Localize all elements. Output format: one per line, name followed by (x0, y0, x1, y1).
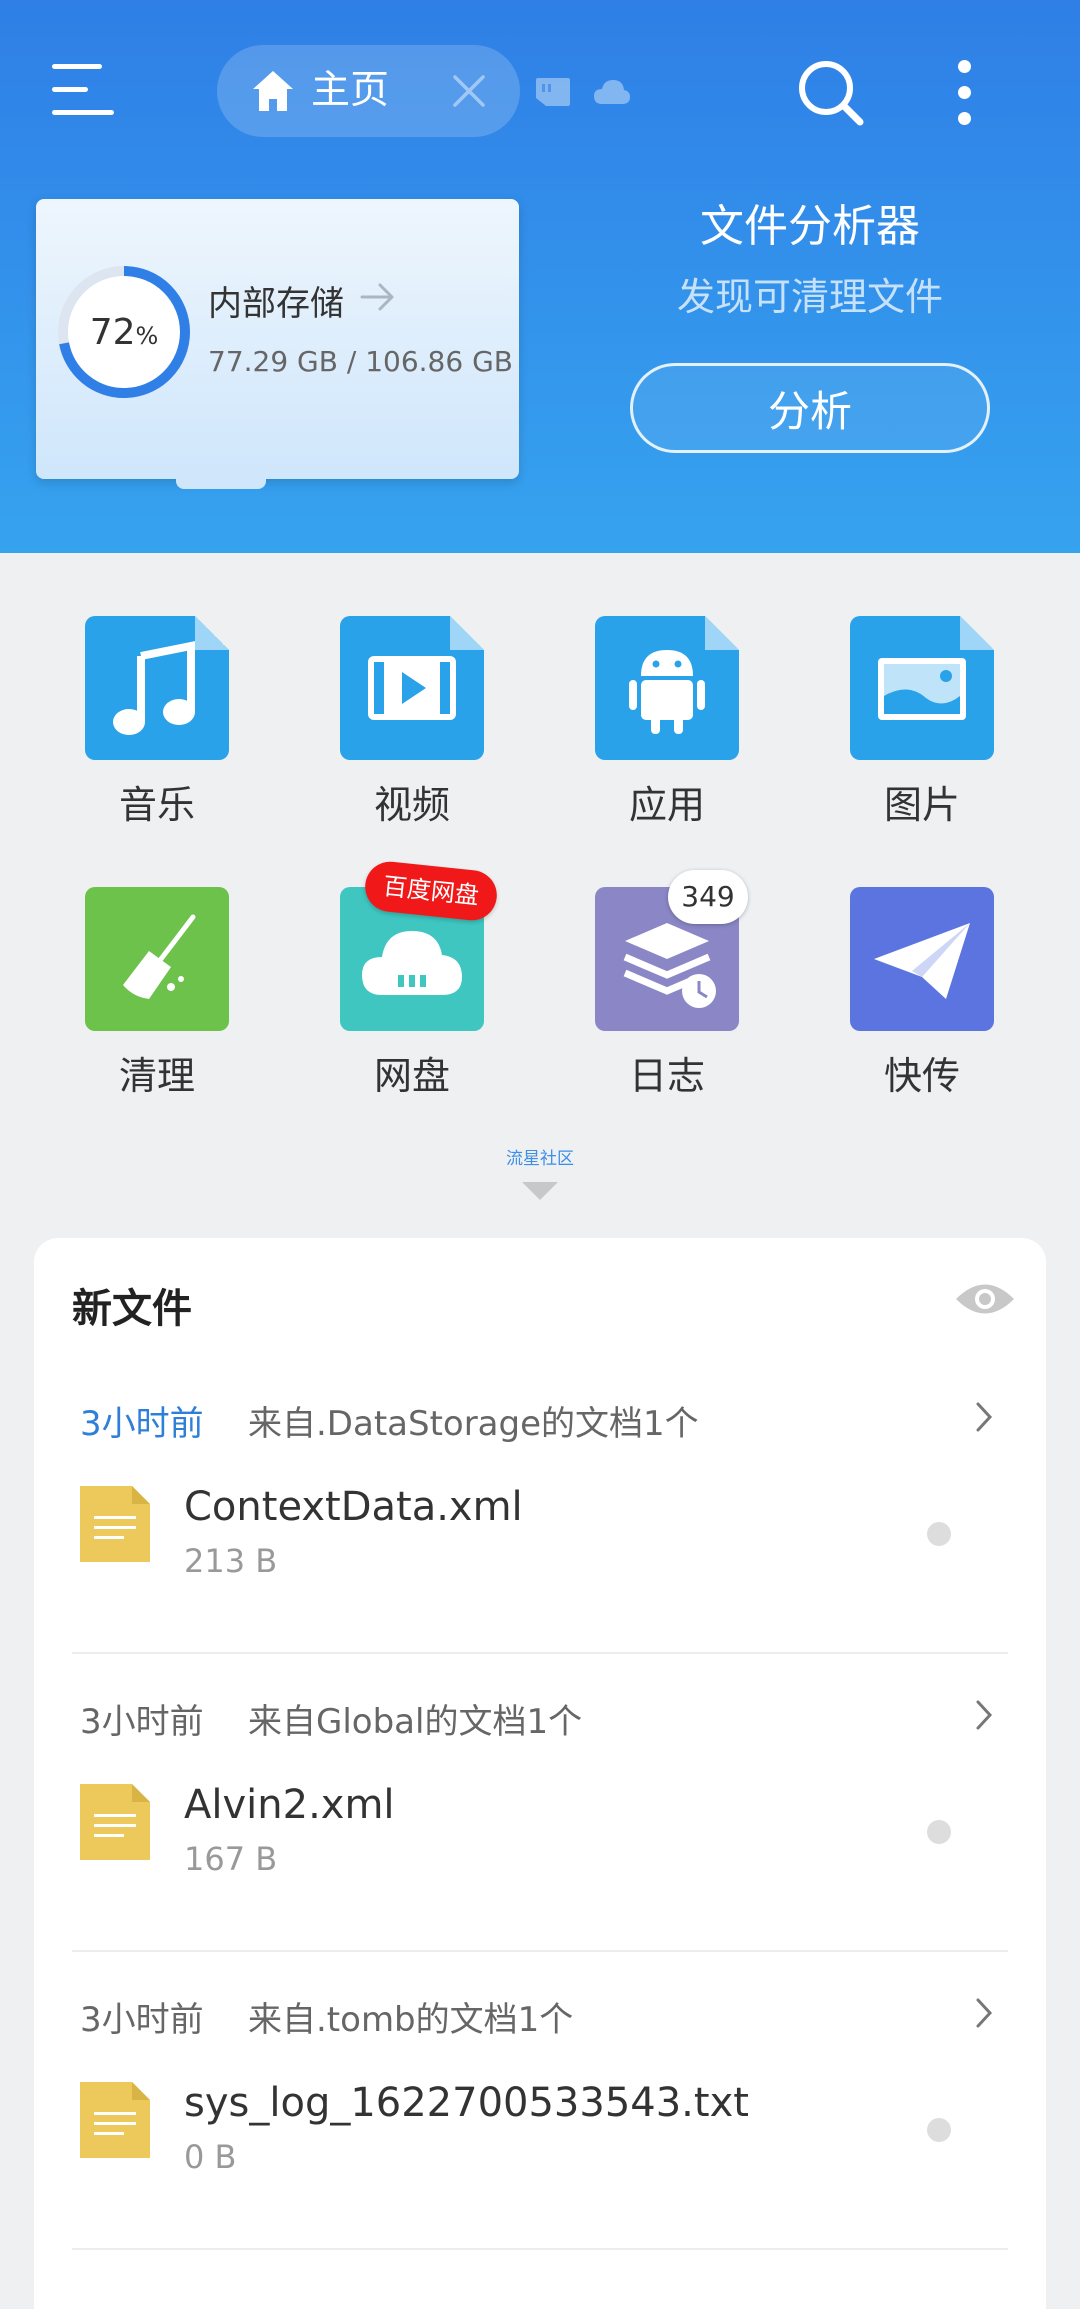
sd-card-icon[interactable] (534, 76, 572, 108)
file-group-time: 3小时前 (80, 1702, 204, 1742)
dot (958, 86, 971, 99)
dot (958, 60, 971, 73)
chevron-down-icon[interactable] (520, 1178, 560, 1202)
storage-percent-sign: % (135, 322, 159, 350)
tile-fold (195, 616, 229, 650)
category-label: 快传 (883, 1054, 960, 1098)
broom-icon (123, 914, 196, 999)
storage-percent: 72% (56, 264, 192, 400)
search-icon[interactable] (796, 58, 866, 128)
category-clean[interactable]: 清理 (77, 887, 237, 1100)
category-label: 网盘 (373, 1054, 450, 1098)
file-group[interactable]: 3小时前 来自Global的文档1个 Alvin2.xml 167 B (34, 1654, 1046, 1952)
file-group[interactable]: 3小时前 来自.DataStorage的文档1个 ContextData.xml… (34, 1356, 1046, 1654)
apps-tile (595, 616, 739, 760)
tile-fold (705, 616, 739, 650)
document-icon (80, 2082, 150, 2158)
community-link[interactable]: 流星社区 (440, 1144, 640, 1169)
file-group-source: 来自.tomb的文档1个 (248, 2000, 574, 2040)
quick-send-tile (850, 887, 994, 1031)
card-notch (176, 475, 266, 489)
category-apps[interactable]: 应用 (587, 616, 747, 829)
select-indicator[interactable] (927, 2118, 951, 2142)
chevron-right-icon[interactable] (974, 1996, 996, 2030)
file-name: sys_log_1622700533543.txt (184, 2080, 749, 2126)
file-size: 0 B (184, 2138, 237, 2176)
file-size: 213 B (184, 1542, 278, 1580)
category-label: 清理 (118, 1054, 195, 1098)
select-indicator[interactable] (927, 1522, 951, 1546)
file-group-time: 3小时前 (80, 1404, 204, 1444)
category-video[interactable]: 视频 (332, 616, 492, 829)
video-tile (340, 616, 484, 760)
eye-icon[interactable] (954, 1278, 1016, 1320)
divider (72, 2248, 1008, 2250)
category-label: 视频 (373, 783, 450, 827)
close-icon[interactable] (447, 69, 491, 113)
arrow-right-icon (360, 283, 394, 311)
document-icon (80, 1486, 150, 1562)
home-icon (253, 71, 293, 111)
file-analyzer-subtitle: 发现可清理文件 (676, 275, 943, 319)
category-images[interactable]: 图片 (842, 616, 1002, 829)
file-group[interactable]: 3小时前 来自.tomb的文档1个 sys_log_1622700533543.… (34, 1952, 1046, 2250)
chevron-right-icon[interactable] (974, 1400, 996, 1434)
category-label: 图片 (883, 783, 960, 827)
new-files-card: 新文件 3小时前 来自.DataStorage的文档1个 ContextData… (34, 1238, 1046, 2309)
more-options-icon[interactable] (950, 58, 980, 128)
storage-size: 77.29 GB / 106.86 GB (208, 345, 513, 378)
images-tile (850, 616, 994, 760)
menu-line (52, 87, 88, 92)
file-name: ContextData.xml (184, 1484, 523, 1530)
storage-title: 内部存储 (208, 284, 344, 324)
menu-line (52, 64, 102, 69)
paper-plane-icon (874, 923, 970, 999)
new-files-title: 新文件 (72, 1286, 192, 1332)
select-indicator[interactable] (927, 1820, 951, 1844)
category-label: 日志 (628, 1054, 705, 1098)
chevron-right-icon[interactable] (974, 1698, 996, 1732)
storage-percent-value: 72 (89, 311, 136, 353)
category-label: 音乐 (118, 783, 195, 827)
menu-line (52, 110, 114, 115)
cloud-icon[interactable] (592, 76, 632, 106)
file-analyzer-title: 文件分析器 (700, 201, 920, 252)
internal-storage-card[interactable]: 72% 内部存储 77.29 GB / 106.86 GB (36, 199, 519, 489)
file-size: 167 B (184, 1840, 278, 1878)
menu-button[interactable] (52, 62, 114, 118)
file-group-source: 来自.DataStorage的文档1个 (248, 1404, 699, 1444)
category-label: 应用 (628, 783, 705, 827)
category-music[interactable]: 音乐 (77, 616, 237, 829)
header-bar: 主页 72% 内部存储 77.29 GB / 106.86 GB 文件分析器 发… (0, 0, 1080, 553)
clean-tile (85, 887, 229, 1031)
tab-home-label: 主页 (311, 68, 390, 113)
tile-fold (450, 616, 484, 650)
file-group-source: 来自Global的文档1个 (248, 1702, 583, 1742)
log-count-badge: 349 (668, 870, 748, 924)
dot (958, 112, 971, 125)
category-quick-send[interactable]: 快传 (842, 887, 1002, 1100)
file-name: Alvin2.xml (184, 1782, 395, 1828)
tab-home[interactable]: 主页 (217, 45, 520, 137)
document-icon (80, 1784, 150, 1860)
file-group-time: 3小时前 (80, 2000, 204, 2040)
tile-fold (960, 616, 994, 650)
analyze-button[interactable]: 分析 (630, 363, 990, 453)
music-tile (85, 616, 229, 760)
